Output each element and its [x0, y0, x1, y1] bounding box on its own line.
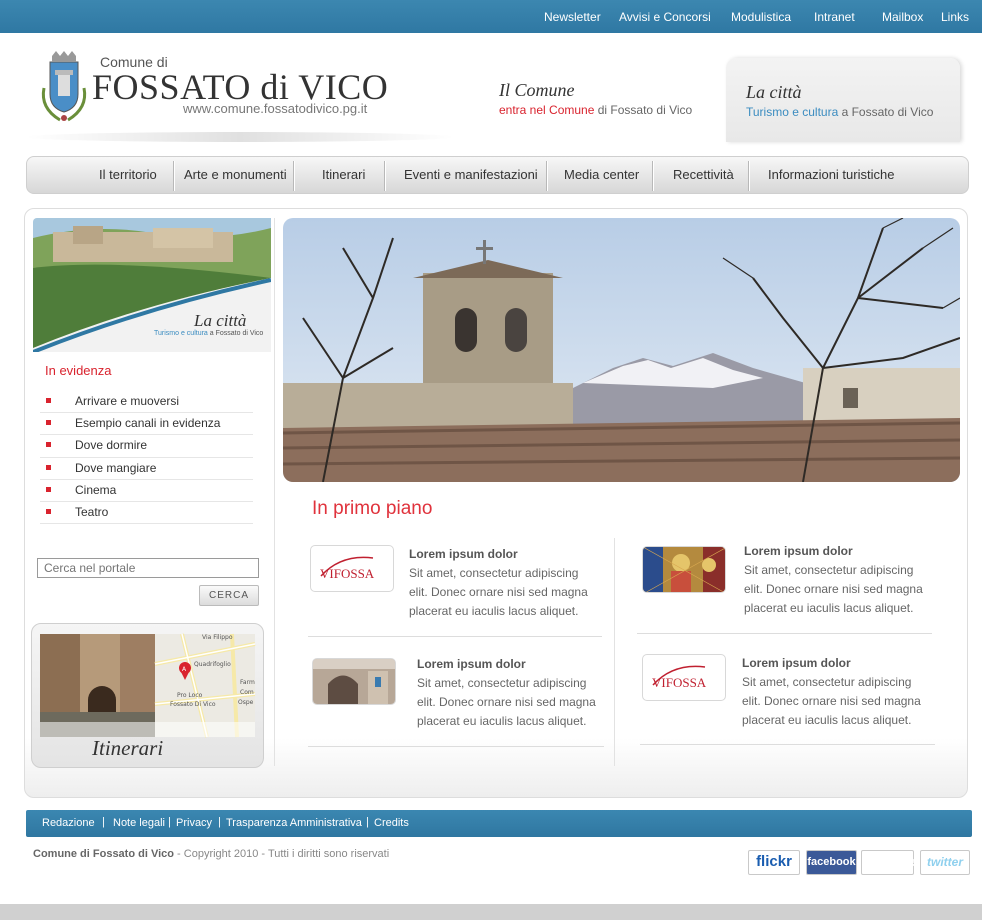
header-shadow	[25, 132, 455, 142]
footer-link-credits[interactable]: Credits	[374, 817, 409, 829]
news-thumb-label: VIFOSSA	[652, 675, 707, 690]
news-title[interactable]: Lorem ipsum dolor	[409, 547, 518, 561]
news-thumb-label: VIFOSSA	[320, 566, 375, 581]
sidebar-list: Arrivare e muoversi Esempio canali in ev…	[40, 391, 253, 525]
nav-item-territorio[interactable]: Il territorio	[99, 167, 157, 182]
sidebar-item-canali[interactable]: Esempio canali in evidenza	[40, 413, 253, 436]
tab-comune-sub: entra nel Comune di Fossato di Vico	[499, 103, 693, 117]
news-body: Sit amet, consectetur adipiscing elit. D…	[417, 676, 596, 728]
copyright: Comune di Fossato di Vico - Copyright 20…	[33, 848, 390, 860]
news-divider	[614, 538, 615, 766]
sidebar-heading: In evidenza	[45, 363, 112, 378]
nav-item-itinerari[interactable]: Itinerari	[322, 167, 365, 182]
news-thumbnail[interactable]	[312, 658, 396, 705]
map-label-ospe: Ospe	[238, 699, 254, 706]
nav-item-recettivita[interactable]: Recettività	[673, 167, 734, 182]
tab-citta-sub: Turismo e cultura a Fossato di Vico	[746, 105, 934, 119]
map-label-quadrifoglio: Quadrifoglio	[194, 661, 231, 668]
tab-comune-link[interactable]: entra nel Comune	[499, 103, 594, 117]
news-title[interactable]: Lorem ipsum dolor	[744, 544, 853, 558]
sidebar-item-arrivare[interactable]: Arrivare e muoversi	[40, 391, 253, 414]
search-input[interactable]	[37, 558, 259, 578]
main-nav: Il territorio Arte e monumenti Itinerari…	[26, 156, 969, 194]
news-body: Sit amet, consectetur adipiscing elit. D…	[409, 566, 588, 618]
news-title[interactable]: Lorem ipsum dolor	[742, 656, 851, 670]
hero-image[interactable]	[283, 218, 960, 482]
footer-bar: Redazione | Note legali | Privacy | Tras…	[26, 810, 972, 837]
top-link-intranet[interactable]: Intranet	[814, 10, 855, 24]
top-link-avvisi[interactable]: Avvisi e Concorsi	[619, 10, 711, 24]
footer-link-redazione[interactable]: Redazione	[42, 817, 95, 829]
twitter-icon[interactable]: twitter	[920, 850, 970, 875]
page-bottom-strip	[0, 904, 982, 920]
top-bar: Newsletter Avvisi e Concorsi Modulistica…	[0, 0, 982, 33]
top-link-modulistica[interactable]: Modulistica	[731, 10, 791, 24]
map-label-via: Via Filippo	[202, 634, 233, 641]
map-label-fossato: Fossato Di Vico	[170, 701, 216, 708]
tab-la-citta[interactable]: La città Turismo e cultura a Fossato di …	[726, 58, 960, 142]
nav-item-info[interactable]: Informazioni turistiche	[768, 167, 894, 182]
sidebar-banner-title: La città	[194, 311, 247, 330]
sidebar-item-mangiare[interactable]: Dove mangiare	[40, 458, 253, 480]
tab-il-comune[interactable]: Il Comune entra nel Comune di Fossato di…	[470, 60, 720, 138]
nav-item-eventi[interactable]: Eventi e manifestazioni	[404, 167, 538, 182]
logo-url: www.comune.fossatodivico.pg.it	[183, 101, 368, 116]
news-thumbnail[interactable]: VIFOSSA	[642, 654, 726, 701]
map-label-com: Com	[240, 689, 254, 696]
search-button[interactable]: CERCA	[199, 585, 259, 606]
coat-of-arms-icon[interactable]	[38, 48, 90, 124]
nav-item-media[interactable]: Media center	[564, 167, 639, 182]
sidebar-banner-sub: Turismo e cultura a Fossato di Vico	[154, 330, 264, 337]
sidebar-item-cinema[interactable]: Cinema	[40, 480, 253, 502]
footer-link-note-legali[interactable]: Note legali	[113, 817, 165, 829]
news-body: Sit amet, consectetur adipiscing elit. D…	[744, 563, 923, 615]
flickr-icon[interactable]: flickr	[748, 850, 800, 875]
column-divider	[274, 218, 275, 766]
facebook-icon[interactable]: facebook	[806, 850, 857, 875]
itinerari-title: Itinerari	[92, 736, 164, 760]
tab-citta-title: La città	[746, 82, 802, 102]
tab-comune-title: Il Comune	[499, 80, 575, 100]
map-label-proloco: Pro Loco	[177, 692, 203, 699]
sidebar-item-dormire[interactable]: Dove dormire	[40, 435, 253, 458]
news-thumbnail[interactable]: VIFOSSA	[310, 545, 394, 592]
top-link-mailbox[interactable]: Mailbox	[882, 10, 923, 24]
nav-item-arte[interactable]: Arte e monumenti	[184, 167, 287, 182]
footer-link-trasparenza[interactable]: Trasparenza Amministrativa	[226, 817, 362, 829]
footer-link-privacy[interactable]: Privacy	[176, 817, 212, 829]
news-body: Sit amet, consectetur adipiscing elit. D…	[742, 675, 921, 727]
section-title: In primo piano	[312, 498, 433, 519]
sidebar-item-teatro[interactable]: Teatro	[40, 502, 253, 525]
news-title[interactable]: Lorem ipsum dolor	[417, 657, 526, 671]
youtube-icon[interactable]: YouTube	[861, 850, 916, 875]
map-label-farm: Farm	[240, 679, 255, 686]
tab-citta-link[interactable]: Turismo e cultura	[746, 105, 838, 119]
news-thumbnail[interactable]	[642, 546, 726, 593]
top-link-newsletter[interactable]: Newsletter	[544, 10, 601, 24]
top-link-links[interactable]: Links	[941, 10, 969, 24]
